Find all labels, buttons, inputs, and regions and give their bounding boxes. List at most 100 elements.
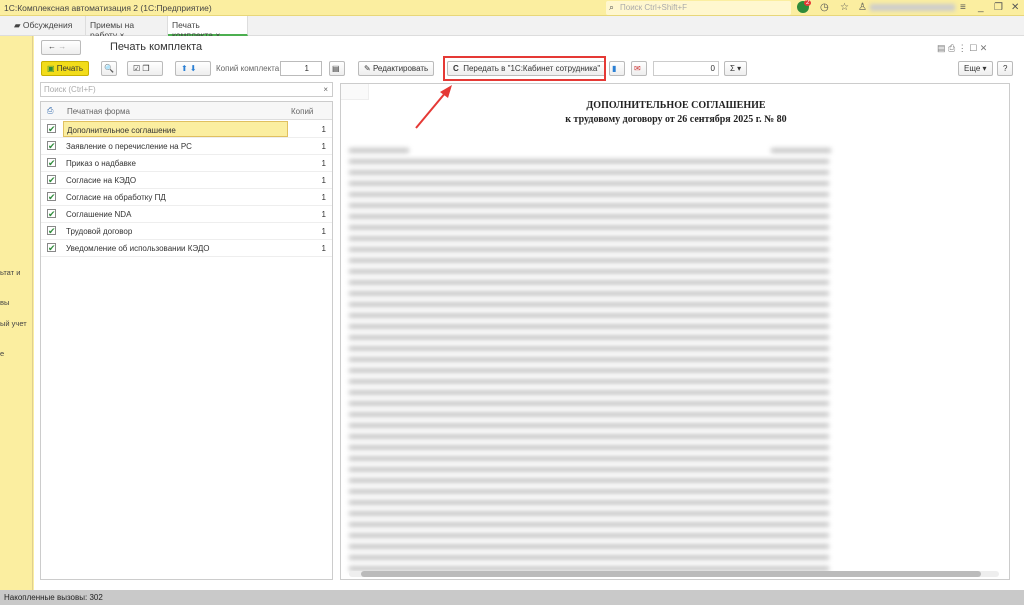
sidebar-item[interactable]: ый учет [0, 319, 27, 328]
sum-dropdown[interactable]: Σ ▾ [724, 61, 748, 76]
notification-badge: 2 [804, 0, 812, 6]
sidebar-item[interactable]: ьтат и [0, 268, 20, 277]
copies-value: 1 [304, 64, 309, 73]
tab-print-set[interactable]: Печать комплекта × [168, 16, 248, 40]
edit-button[interactable]: ✎ Редактировать [358, 61, 435, 76]
chat-icon: ▰ [14, 20, 23, 30]
user-name-blurred [870, 4, 955, 11]
print-label: Печать [56, 64, 84, 73]
edit-icon: ✎ [364, 64, 371, 73]
edit-label: Редактировать [372, 64, 429, 73]
row-copies[interactable]: 1 [322, 176, 326, 185]
forward-arrow-icon[interactable]: → [58, 42, 66, 51]
sign-button[interactable]: ✉ [631, 61, 647, 76]
table-row[interactable]: ✔ Уведомление об использовании КЭДО 1 [41, 240, 332, 257]
table-row[interactable]: ✔ Согласие на КЭДО 1 [41, 172, 332, 189]
row-checkbox[interactable]: ✔ [47, 158, 56, 168]
clear-icon[interactable]: × [323, 85, 328, 94]
row-form-name: Приказ о надбавке [66, 159, 136, 168]
row-checkbox[interactable]: ✔ [47, 243, 56, 253]
row-copies[interactable]: 1 [322, 159, 326, 168]
favorites-star-icon[interactable]: ☆ [840, 2, 849, 13]
row-checkbox[interactable]: ✔ [47, 124, 56, 134]
sum-label: Σ [730, 64, 735, 73]
row-form-name: Трудовой договор [66, 227, 133, 236]
sum-field[interactable]: 0 [653, 61, 719, 76]
restore-icon[interactable]: ❐ [994, 2, 1003, 13]
row-copies[interactable]: 1 [322, 227, 326, 236]
tab-label: Обсуждения [22, 20, 73, 30]
sidebar-item[interactable]: вы [0, 298, 9, 307]
table-row[interactable]: ✔ Согласие на обработку ПД 1 [41, 189, 332, 206]
copies-label: Копий комплекта: [216, 64, 282, 73]
row-form-name: Дополнительное соглашение [63, 121, 288, 137]
col-header-copies[interactable]: Копий [291, 107, 313, 116]
sidebar: ьтат и вы ый учет е [0, 36, 33, 590]
minimize-icon[interactable]: _ [978, 2, 984, 13]
print-forms-table: ⎙ Печатная форма Копий ✔ Дополнительное с… [40, 101, 333, 580]
table-row[interactable]: ✔ Соглашение NDA 1 [41, 206, 332, 223]
sidebar-item[interactable]: е [0, 349, 4, 358]
row-form-name: Согласие на обработку ПД [66, 193, 166, 202]
preview-corner [341, 84, 369, 100]
table-row[interactable]: ✔ Дополнительное соглашение 1 [41, 121, 332, 138]
table-row[interactable]: ✔ Заявление о перечисление на РС 1 [41, 138, 332, 155]
row-checkbox[interactable]: ✔ [47, 209, 56, 219]
status-bar: Накопленные вызовы: 302 [0, 590, 1024, 605]
row-copies[interactable]: 1 [322, 193, 326, 202]
row-checkbox[interactable]: ✔ [47, 226, 56, 236]
row-copies[interactable]: 1 [322, 244, 326, 253]
table-header: ⎙ Печатная форма Копий [41, 102, 332, 120]
back-arrow-icon[interactable]: ← [48, 42, 56, 51]
list-search-placeholder: Поиск (Ctrl+F) [44, 85, 96, 94]
app-title: 1С:Комплексная автоматизация 2 (1С:Предп… [4, 3, 212, 13]
red-arrow-annotation [415, 85, 452, 129]
table-row[interactable]: ✔ Трудовой договор 1 [41, 223, 332, 240]
sum-value: 0 [710, 64, 715, 73]
row-checkbox[interactable]: ✔ [47, 192, 56, 202]
user-icon[interactable]: ♙ [858, 2, 867, 13]
page-title: Печать комплекта [110, 41, 203, 53]
tab-hires[interactable]: Приемы на работу × [82, 16, 168, 40]
table-row[interactable]: ✔ Приказ о надбавке 1 [41, 155, 332, 172]
document-preview[interactable]: ДОПОЛНИТЕЛЬНОЕ СОГЛАШЕНИЕ к трудовому до… [340, 83, 1010, 580]
search-placeholder: Поиск Ctrl+Shift+F [620, 3, 688, 12]
row-form-name: Уведомление об использовании КЭДО [66, 244, 210, 253]
row-form-name: Заявление о перечисление на РС [66, 142, 192, 151]
save-button[interactable]: ▮ [609, 61, 625, 76]
title-bar: 1С:Комплексная автоматизация 2 (1С:Предп… [0, 0, 1024, 16]
copies-input[interactable]: 1 [280, 61, 322, 76]
nav-back-forward[interactable]: ← → [41, 40, 81, 55]
print-button[interactable]: ▣ Печать [41, 61, 90, 76]
printer-icon: ⎙ [47, 106, 54, 115]
tab-bar: ▰ Обсуждения Приемы на работу × Печать к… [0, 16, 1024, 40]
window-icons[interactable]: ▤ ⎙ ⋮ ☐ ✕ [937, 43, 987, 54]
more-label: Еще [964, 64, 981, 73]
menu-icon[interactable]: ≡ [960, 2, 966, 13]
search-icon: ⌕ [609, 2, 615, 12]
row-copies[interactable]: 1 [322, 142, 326, 151]
close-icon[interactable]: ✕ [1011, 2, 1019, 13]
more-button[interactable]: Еще ▾ [958, 61, 993, 76]
list-search-input[interactable]: Поиск (Ctrl+F) × [40, 82, 333, 97]
row-checkbox[interactable]: ✔ [47, 175, 56, 185]
check-all-buttons[interactable]: ☑ ❐ [127, 61, 163, 76]
col-header-form[interactable]: Печатная форма [67, 107, 130, 116]
tab-discussions[interactable]: ▰ Обсуждения [6, 16, 86, 36]
global-search-input[interactable]: ⌕ Поиск Ctrl+Shift+F [606, 1, 791, 15]
scrollbar-thumb[interactable] [361, 571, 981, 577]
horizontal-scrollbar[interactable] [349, 571, 999, 577]
row-copies[interactable]: 1 [322, 125, 326, 134]
move-up-down-buttons[interactable]: ⬆ ⬇ [175, 61, 211, 76]
history-icon[interactable]: ◷ [820, 2, 829, 13]
printer-icon: ▣ [47, 64, 55, 73]
preview-button[interactable]: 🔍 [101, 61, 117, 76]
row-copies[interactable]: 1 [322, 210, 326, 219]
row-checkbox[interactable]: ✔ [47, 141, 56, 151]
status-text: Накопленные вызовы: 302 [4, 593, 103, 602]
highlight-box [443, 56, 606, 81]
help-button[interactable]: ? [997, 61, 1014, 76]
row-form-name: Согласие на КЭДО [66, 176, 137, 185]
settings-button[interactable]: ▤ [329, 61, 345, 76]
row-form-name: Соглашение NDA [66, 210, 132, 219]
